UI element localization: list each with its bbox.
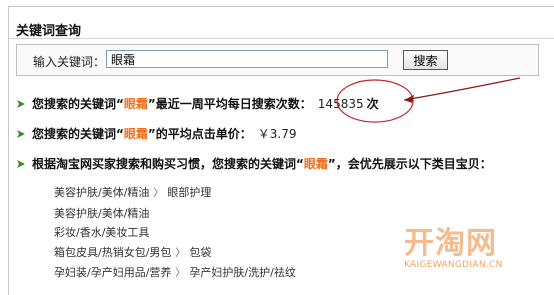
daily-search-row: 您搜索的关键词“眼霜”最近一周平均每日搜索次数： 145835 次 — [16, 95, 379, 112]
category-link[interactable]: 美容护肤/美体/精油 — [54, 207, 149, 220]
category-item: 美容护肤/美体/精油〉眼部护理 — [54, 183, 296, 204]
title-divider — [8, 38, 554, 39]
search-bar: 输入关键词： 搜索 — [16, 44, 539, 76]
category-link[interactable]: 箱包皮具/热销女包/男包 — [54, 246, 171, 259]
category-link[interactable]: 孕妇装/孕产妇用品/营养 — [54, 266, 171, 279]
category-item: 美容护肤/美体/精油 — [54, 204, 296, 224]
category-intro-row: 根据淘宝网买家搜索和购买习惯，您搜索的关键词“眼霜”，会优先展示以下类目宝贝： — [16, 155, 492, 172]
watermark-text: 开淘网 — [404, 226, 497, 261]
keyword-input[interactable] — [106, 50, 388, 68]
green-arrow-icon — [17, 100, 25, 108]
daily-search-count: 145835 — [317, 97, 364, 111]
keyword-highlight: 眼霜 — [123, 127, 148, 141]
cpc-row: 您搜索的关键词“眼霜”的平均点击单价： ￥3.79 — [16, 125, 297, 142]
category-link[interactable]: 孕产妇护肤/洗护/祛纹 — [189, 266, 295, 279]
search-label: 输入关键词： — [33, 55, 106, 69]
category-link[interactable]: 包袋 — [189, 246, 211, 259]
green-arrow-icon — [17, 160, 25, 168]
count-unit: 次 — [366, 97, 379, 111]
category-item: 孕妇装/孕产妇用品/营养〉孕产妇护肤/洗护/祛纹 — [54, 263, 296, 284]
avg-click-price: ￥3.79 — [257, 127, 297, 141]
search-button[interactable]: 搜索 — [403, 50, 448, 70]
panel-title: 关键词查询 — [16, 24, 82, 39]
category-link[interactable]: 彩妆/香水/美妆工具 — [54, 226, 149, 239]
chevron-right-icon: 〉 — [175, 247, 186, 259]
chevron-right-icon: 〉 — [153, 188, 164, 199]
watermark-logo: 开淘网 KAIGEWANGDIAN.CN — [404, 218, 503, 270]
category-item: 彩妆/香水/美妆工具 — [54, 223, 296, 243]
category-link[interactable]: 美容护肤/美体/精油 — [54, 186, 149, 199]
category-list: 美容护肤/美体/精油〉眼部护理 美容护肤/美体/精油 彩妆/香水/美妆工具 箱包皮具/… — [54, 183, 296, 284]
keyword-highlight: 眼霜 — [303, 157, 328, 171]
chevron-right-icon: 〉 — [175, 268, 186, 279]
category-item: 箱包皮具/热销女包/男包〉包袋 — [54, 243, 296, 264]
green-arrow-icon — [17, 130, 25, 138]
keyword-highlight: 眼霜 — [123, 97, 148, 111]
category-link[interactable]: 眼部护理 — [167, 186, 211, 199]
